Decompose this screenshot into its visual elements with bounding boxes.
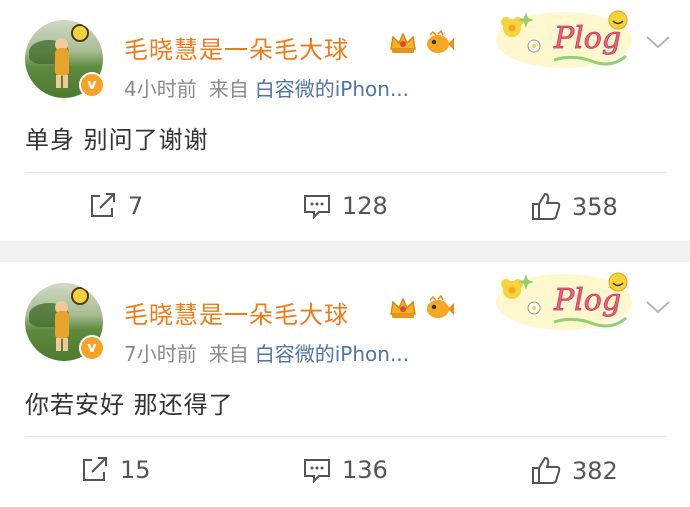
like-icon: [532, 192, 561, 220]
repost-icon: [91, 193, 115, 217]
source-prefix: 来自: [208, 342, 249, 366]
weibo-feed: v 毛晓慧是一朵毛大球 Plog 4小时前 来自 白容微的iPhon... 单身…: [0, 0, 690, 507]
post-time: 7小时前: [124, 342, 197, 366]
fish-icon: [427, 295, 454, 318]
like-icon: [532, 456, 561, 484]
source-link[interactable]: 白容微的iPhon...: [255, 342, 409, 366]
post-card[interactable]: v 毛晓慧是一朵毛大球 Plog: [0, 0, 690, 241]
feed-separator: [0, 241, 690, 262]
svg-text:Plog: Plog: [553, 283, 621, 318]
avatar[interactable]: v: [25, 20, 105, 98]
post-meta: 4小时前 来自 白容微的iPhon...: [124, 73, 409, 102]
post-content[interactable]: 你若安好 那还得了: [25, 385, 234, 420]
post-time: 4小时前: [124, 77, 197, 101]
post-content[interactable]: 单身 别问了谢谢: [25, 120, 209, 155]
like-button[interactable]: 382: [530, 456, 618, 486]
source-link[interactable]: 白容微的iPhon...: [255, 77, 409, 101]
verified-badge-icon: v: [79, 72, 105, 98]
username-link[interactable]: 毛晓慧是一朵毛大球: [124, 295, 349, 330]
comment-count: 128: [342, 192, 388, 220]
crown-icon: [390, 297, 416, 318]
repost-button[interactable]: 7: [88, 192, 143, 220]
comment-button[interactable]: 136: [302, 456, 388, 484]
username-link[interactable]: 毛晓慧是一朵毛大球: [124, 30, 349, 65]
verified-badge-icon: v: [79, 335, 105, 361]
repost-icon: [83, 457, 107, 481]
svg-text:Plog: Plog: [553, 21, 621, 56]
plog-sticker-icon: Plog: [496, 272, 632, 330]
like-count: 382: [572, 457, 618, 485]
divider: [25, 436, 667, 437]
comment-icon: [304, 459, 330, 484]
divider: [25, 172, 667, 173]
plog-sticker-icon: Plog: [496, 10, 632, 68]
comment-icon: [304, 195, 330, 220]
repost-button[interactable]: 15: [80, 456, 151, 484]
comment-count: 136: [342, 456, 388, 484]
chevron-down-icon[interactable]: [644, 33, 672, 51]
source-prefix: 来自: [208, 77, 249, 101]
comment-button[interactable]: 128: [302, 192, 388, 220]
avatar[interactable]: v: [25, 283, 105, 361]
crown-icon: [390, 32, 416, 53]
repost-count: 7: [128, 192, 144, 220]
like-button[interactable]: 358: [530, 192, 618, 222]
repost-count: 15: [120, 456, 151, 484]
like-count: 358: [572, 193, 618, 221]
chevron-down-icon[interactable]: [644, 298, 672, 316]
fish-icon: [427, 30, 454, 53]
post-meta: 7小时前 来自 白容微的iPhon...: [124, 338, 409, 367]
